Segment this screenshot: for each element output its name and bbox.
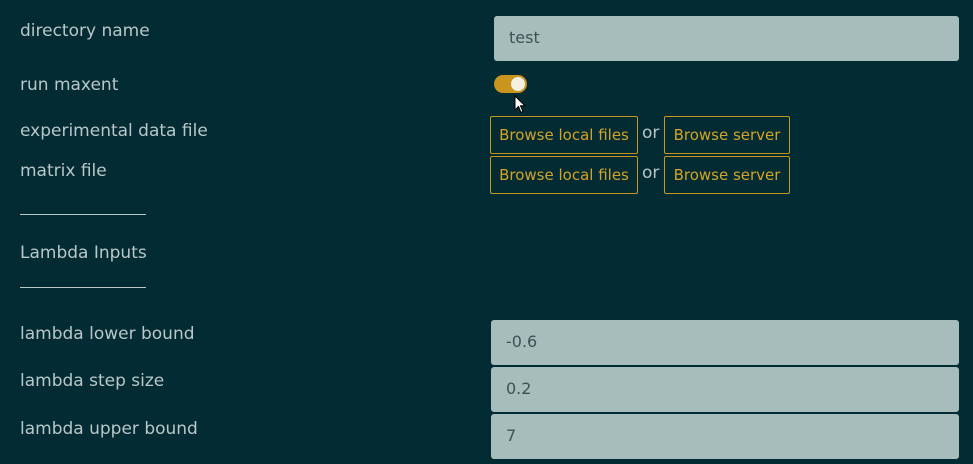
matrix-browse-server-button[interactable]: Browse server bbox=[664, 156, 790, 194]
lambda-section-title: Lambda Inputs bbox=[20, 243, 147, 263]
directory-name-input[interactable]: test bbox=[494, 16, 959, 61]
matrix-browse-local-button[interactable]: Browse local files bbox=[490, 156, 638, 194]
lambda-lower-bound-label: lambda lower bound bbox=[20, 324, 195, 344]
experimental-browse-local-button[interactable]: Browse local files bbox=[490, 116, 638, 154]
section-divider-bottom bbox=[20, 287, 146, 288]
settings-form: directory name test run maxent experimen… bbox=[0, 0, 973, 464]
matrix-or-text: or bbox=[642, 163, 660, 183]
lambda-upper-bound-label: lambda upper bound bbox=[20, 419, 198, 439]
lambda-step-size-label: lambda step size bbox=[20, 371, 165, 391]
run-maxent-toggle[interactable] bbox=[494, 75, 527, 93]
run-maxent-label: run maxent bbox=[20, 75, 119, 95]
matrix-file-label: matrix file bbox=[20, 161, 107, 181]
lambda-upper-bound-input[interactable]: 7 bbox=[491, 414, 959, 459]
experimental-or-text: or bbox=[642, 123, 660, 143]
experimental-browse-server-button[interactable]: Browse server bbox=[664, 116, 790, 154]
mouse-pointer-icon bbox=[514, 95, 527, 114]
lambda-lower-bound-input[interactable]: -0.6 bbox=[491, 320, 959, 365]
lambda-step-size-input[interactable]: 0.2 bbox=[491, 367, 959, 412]
section-divider-top bbox=[20, 214, 146, 215]
toggle-knob bbox=[511, 77, 525, 91]
experimental-data-file-label: experimental data file bbox=[20, 121, 208, 141]
directory-name-label: directory name bbox=[20, 21, 150, 41]
